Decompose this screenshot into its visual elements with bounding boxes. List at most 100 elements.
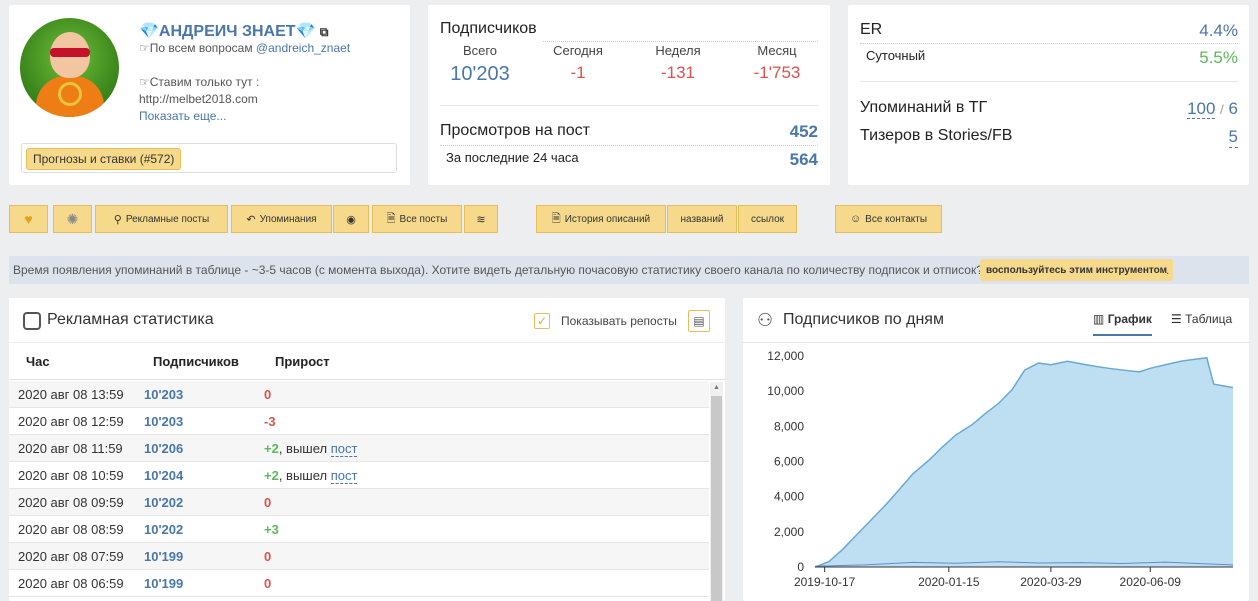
scroll-up-icon[interactable]: ▲ — [713, 384, 720, 391]
y-tick-label: 10,000 — [767, 384, 804, 398]
views-label: Просмотров на пост — [440, 122, 590, 139]
ad-posts-label: Рекламные посты — [125, 213, 210, 225]
growth-note: , вышел — [278, 441, 328, 456]
table-row: 2020 авг 08 10:59 10'204 +2, вышел пост — [9, 462, 709, 489]
engagement-card: ER 4.4% Суточный 5.5% Упоминаний в ТГ 10… — [848, 5, 1249, 185]
channel-name[interactable]: 💎АНДРЕИЧ ЗНАЕТ💎 ⧉ — [139, 21, 329, 41]
row-growth: +3 — [264, 522, 279, 537]
row-date: 2020 авг 08 06:59 — [18, 576, 124, 591]
dotted-divider — [543, 41, 818, 42]
table-row: 2020 авг 08 06:59 10'199 0 — [9, 570, 709, 597]
desc-handle-link[interactable]: @andreich_znaet — [256, 41, 350, 55]
post-link[interactable]: пост — [330, 441, 358, 457]
links-history-button[interactable]: ссылок — [738, 205, 797, 233]
ad-posts-button[interactable]: ⚲ Рекламные посты — [95, 205, 228, 233]
section-divider — [440, 105, 818, 106]
table-row: 2020 авг 08 07:59 10'199 0 — [9, 543, 709, 570]
dotted-divider — [860, 43, 1238, 44]
hourly-stats-tool-button[interactable]: воспользуйтесь этим инструментом — [980, 259, 1174, 281]
row-subscribers: 10'203 — [144, 414, 184, 429]
views-per-post-row: Просмотров на пост 452 — [440, 122, 818, 141]
growth-value: +2 — [264, 468, 279, 483]
tab-table-label: Таблица — [1185, 312, 1233, 326]
info-text: Время появления упоминаний в таблице - ~… — [13, 263, 983, 277]
info-bar: Время появления упоминаний в таблице - ~… — [9, 256, 1249, 284]
row-date: 2020 авг 08 13:59 — [18, 387, 124, 402]
col-hour[interactable]: Час — [26, 354, 50, 369]
row-growth: 0 — [264, 495, 271, 510]
show-reposts-checkbox[interactable]: ✓ — [534, 313, 550, 329]
row-date: 2020 авг 08 11:59 — [18, 441, 123, 456]
row-date: 2020 авг 08 09:59 — [18, 495, 124, 510]
y-tick-label: 8,000 — [774, 419, 804, 433]
growth-value: +3 — [264, 522, 279, 537]
row-subscribers: 10'206 — [144, 441, 184, 456]
table-scrollbar[interactable]: ▲ — [710, 382, 723, 601]
y-tick-label: 4,000 — [774, 490, 804, 504]
show-more-link[interactable]: Показать еще... — [139, 109, 226, 123]
channel-avatar[interactable] — [20, 18, 119, 117]
desc-prefix: ☞По всем вопросам — [139, 41, 253, 55]
row-date: 2020 авг 08 07:59 — [18, 549, 124, 564]
col-growth[interactable]: Прирост — [275, 354, 330, 369]
row-date: 2020 авг 08 08:59 — [18, 522, 124, 537]
tg-mentions-row: Упоминаний в ТГ 100 / 6 — [860, 99, 1238, 119]
layers-icon: ≋ — [476, 213, 486, 226]
subscribers-today: Сегодня -1 — [543, 43, 613, 83]
channel-name-text: 💎АНДРЕИЧ ЗНАЕТ💎 — [139, 23, 316, 40]
er-row: ER 4.4% — [860, 21, 1238, 40]
document-search-icon: 🗎 — [386, 212, 396, 225]
names-history-button[interactable]: названий — [667, 205, 737, 233]
list-icon: ☰ — [1171, 312, 1182, 326]
mentions-values: 100 / 6 — [1187, 99, 1238, 119]
subscribers-total: Всего 10'203 — [440, 43, 520, 86]
mentions-button[interactable]: ↶ Упоминания — [231, 205, 332, 233]
er-value: 4.4% — [1199, 21, 1238, 40]
table-body: 2020 авг 08 13:59 10'203 0 2020 авг 08 12:5… — [9, 381, 709, 601]
growth-note: , вышел — [278, 468, 328, 483]
daily-subscribers-panel: ⚇ Подписчиков по дням ▥ График ☰ Таблица… — [743, 298, 1249, 601]
dotted-divider — [440, 145, 818, 146]
views-value: 452 — [789, 122, 818, 141]
row-subscribers: 10'199 — [144, 549, 184, 564]
subscribers-month: Месяц -1'753 — [742, 43, 812, 83]
links-history-label: ссылок — [750, 213, 785, 225]
growth-value: 0 — [264, 387, 272, 402]
table-view-button[interactable]: ▤ — [688, 310, 710, 332]
post-link[interactable]: пост — [330, 468, 358, 484]
copy-icon[interactable]: ⧉ — [320, 25, 329, 39]
tab-chart[interactable]: ▥ График — [1093, 312, 1152, 336]
names-history-label: названий — [680, 213, 724, 225]
description-history-button[interactable]: 🗎 История описаний — [536, 205, 666, 233]
teasers-count-link[interactable]: 5 — [1228, 127, 1238, 148]
scrollbar-thumb[interactable] — [711, 396, 722, 601]
all-contacts-button[interactable]: ☺ Все контакты — [835, 205, 942, 233]
search-icon: ⚲ — [113, 213, 122, 226]
growth-value: 0 — [264, 576, 272, 591]
tab-table[interactable]: ☰ Таблица — [1171, 312, 1232, 326]
favorite-button[interactable]: ♥ — [9, 205, 48, 233]
teasers-row: Тизеров в Stories/FB 5 — [860, 127, 1238, 148]
views-24h-row: За последние 24 часа 564 — [440, 150, 818, 169]
avatar-chain — [58, 82, 82, 106]
growth-value: -3 — [264, 414, 276, 429]
col-subscribers[interactable]: Подписчиков — [153, 354, 239, 369]
layers-button[interactable]: ≋ — [464, 205, 498, 233]
series-area — [815, 357, 1233, 567]
channel-description-line2: ☞Ставим только тут : — [139, 75, 260, 89]
channel-profile-card: 💎АНДРЕИЧ ЗНАЕТ💎 ⧉ ☞По всем вопросам @and… — [9, 5, 410, 185]
all-posts-button[interactable]: 🗎 Все посты — [372, 205, 462, 233]
section-divider — [860, 81, 1238, 82]
description-history-label: История описаний — [564, 213, 651, 225]
bar-chart-icon: ▥ — [1093, 312, 1105, 326]
growth-value: +2 — [264, 441, 279, 456]
watch-button[interactable]: ◉ — [333, 205, 369, 233]
x-tick-label: 2019-10-17 — [794, 575, 856, 589]
month-value: -1'753 — [753, 63, 801, 82]
category-tag[interactable]: Прогнозы и ставки (#572) — [26, 148, 182, 170]
mentions-count-link[interactable]: 100 — [1187, 99, 1216, 119]
teasers-label: Тизеров в Stories/FB — [860, 127, 1013, 144]
today-value: -1 — [570, 63, 586, 82]
settings-button[interactable]: ✺ — [53, 205, 92, 233]
users-icon: ⚇ — [757, 310, 774, 330]
